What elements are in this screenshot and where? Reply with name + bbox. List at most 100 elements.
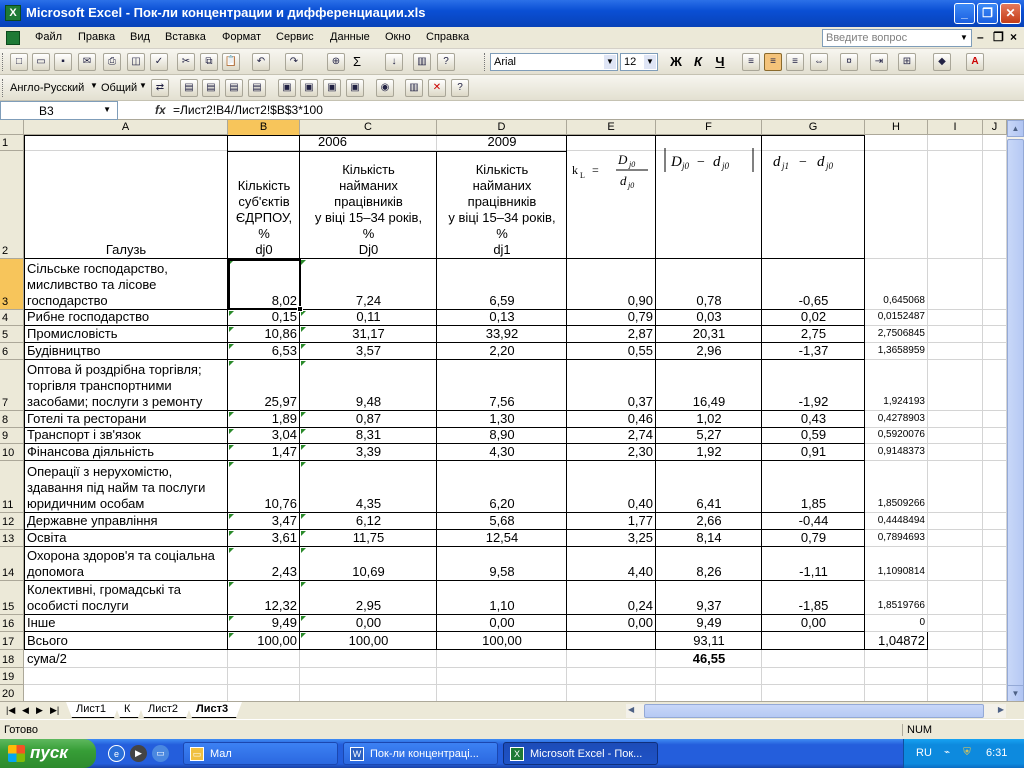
active-cell-selection[interactable]: [228, 259, 303, 312]
row-header-10[interactable]: 10: [0, 444, 24, 461]
cell-b9[interactable]: 3,04: [228, 428, 300, 444]
cell-b7[interactable]: 25,97: [228, 360, 300, 411]
cell-e3[interactable]: 0,90: [567, 259, 656, 310]
fill-handle[interactable]: [297, 306, 303, 312]
cell-g13[interactable]: 0,79: [762, 530, 865, 547]
dictionary-dropdown-icon[interactable]: ▼: [139, 81, 147, 90]
cell-c15[interactable]: 2,95: [300, 581, 437, 615]
cell-c18[interactable]: [300, 650, 437, 668]
worksheet-grid[interactable]: ABCDEFGHIJ 1 2 3 4 5 6 7 8 9 10 11 12 13 14 15 16 17 18 19…: [0, 120, 1024, 701]
cell-g14[interactable]: -1,11: [762, 547, 865, 581]
cell-d4[interactable]: 0,13: [437, 310, 567, 326]
cell-f13[interactable]: 8,14: [656, 530, 762, 547]
chart-wizard-icon[interactable]: ▥: [413, 53, 431, 71]
cell-d14[interactable]: 9,58: [437, 547, 567, 581]
row-header-7[interactable]: 7: [0, 360, 24, 411]
cell-g20[interactable]: [762, 685, 865, 701]
vertical-scroll-thumb[interactable]: [1007, 139, 1024, 699]
cell-g12[interactable]: -0,44: [762, 513, 865, 530]
bold-button[interactable]: Ж: [666, 53, 686, 71]
cell-e14[interactable]: 4,40: [567, 547, 656, 581]
cell-g9[interactable]: 0,59: [762, 428, 865, 444]
cell-f8[interactable]: 1,02: [656, 411, 762, 428]
row-header-1[interactable]: 1: [0, 135, 24, 151]
workbook-icon[interactable]: [6, 31, 20, 45]
task-word[interactable]: W Пок-ли концентраці...: [343, 742, 498, 765]
column-header-a[interactable]: A: [24, 120, 228, 135]
cell-c20[interactable]: [300, 685, 437, 701]
cell-g3[interactable]: -0,65: [762, 259, 865, 310]
cell-e11[interactable]: 0,40: [567, 461, 656, 513]
menu-file[interactable]: Файл: [35, 31, 62, 43]
doc-minimize-icon[interactable]: –: [977, 30, 984, 44]
cell-d18[interactable]: [437, 650, 567, 668]
permission-icon[interactable]: ✉: [78, 53, 96, 71]
italic-button[interactable]: К: [688, 53, 708, 71]
cell-g10[interactable]: 0,91: [762, 444, 865, 461]
cell-f9[interactable]: 5,27: [656, 428, 762, 444]
cell-g5[interactable]: 2,75: [762, 326, 865, 343]
scroll-up-icon[interactable]: ▲: [1007, 120, 1024, 137]
row-header-9[interactable]: 9: [0, 428, 24, 444]
column-header-c[interactable]: C: [300, 120, 437, 135]
cell-f11[interactable]: 6,41: [656, 461, 762, 513]
column-header-e[interactable]: E: [567, 120, 656, 135]
row-header-8[interactable]: 8: [0, 411, 24, 428]
cell-h5[interactable]: 2,7506845: [865, 326, 928, 343]
cell-g18[interactable]: [762, 650, 865, 668]
row-header-16[interactable]: 16: [0, 615, 24, 632]
underline-button[interactable]: Ч: [710, 53, 730, 71]
minimize-icon[interactable]: _: [954, 3, 975, 24]
cell-d3[interactable]: 6,59: [437, 259, 567, 310]
header-col-c[interactable]: Кількість найманих працівників у віці 15–34…: [300, 151, 437, 259]
tool-d-icon[interactable]: ▤: [248, 79, 266, 97]
language-indicator[interactable]: RU: [916, 747, 932, 759]
hyperlink-icon[interactable]: ⊕: [327, 53, 345, 71]
open-icon[interactable]: ▭: [32, 53, 50, 71]
cell-c4[interactable]: 0,11: [300, 310, 437, 326]
menu-view[interactable]: Вид: [130, 31, 150, 43]
fill-color-icon[interactable]: ◆: [933, 53, 951, 71]
excel-app-icon[interactable]: X: [5, 5, 21, 21]
prev-sheet-icon[interactable]: ◀: [22, 705, 29, 716]
cell-h13[interactable]: 0,7894693: [865, 530, 928, 547]
autosum-icon[interactable]: Σ: [353, 54, 361, 69]
select-all-corner[interactable]: [0, 120, 24, 135]
cell-h9[interactable]: 0,5920076: [865, 428, 928, 444]
scroll-down-icon[interactable]: ▼: [1007, 685, 1024, 702]
cell-f4[interactable]: 0,03: [656, 310, 762, 326]
menu-format[interactable]: Формат: [222, 31, 261, 43]
cell-d6[interactable]: 2,20: [437, 343, 567, 360]
cell-e8[interactable]: 0,46: [567, 411, 656, 428]
cell-e15[interactable]: 0,24: [567, 581, 656, 615]
last-sheet-icon[interactable]: ▶|: [50, 705, 59, 716]
column-header-d[interactable]: D: [437, 120, 567, 135]
cell-a9[interactable]: Транспорт і зв'язок: [24, 428, 228, 444]
print-preview-icon[interactable]: ◫: [127, 53, 145, 71]
cell-a14[interactable]: Охорона здоров'я та соціальна допомога: [24, 547, 228, 581]
cell-c17[interactable]: 100,00: [300, 632, 437, 650]
name-box-dropdown-icon[interactable]: ▼: [103, 105, 111, 114]
cell-h3[interactable]: 0,645068: [865, 259, 928, 310]
cell-b11[interactable]: 10,76: [228, 461, 300, 513]
tool-i-icon[interactable]: ◉: [376, 79, 394, 97]
cell-g19[interactable]: [762, 668, 865, 685]
cell-b18[interactable]: [228, 650, 300, 668]
cell-c10[interactable]: 3,39: [300, 444, 437, 461]
menu-data[interactable]: Данные: [330, 31, 370, 43]
indent-icon[interactable]: ⇥: [870, 53, 888, 71]
cell-b16[interactable]: 9,49: [228, 615, 300, 632]
column-header-b[interactable]: B: [228, 120, 300, 135]
cell-g17[interactable]: [762, 632, 865, 650]
cell-h12[interactable]: 0,4448494: [865, 513, 928, 530]
cell-h15[interactable]: 1,8519766: [865, 581, 928, 615]
cell-b15[interactable]: 12,32: [228, 581, 300, 615]
tool-j-icon[interactable]: ▥: [405, 79, 423, 97]
cell-e5[interactable]: 2,87: [567, 326, 656, 343]
title-bar[interactable]: X Microsoft Excel - Пок-ли концентрации …: [0, 0, 1024, 27]
cell-d10[interactable]: 4,30: [437, 444, 567, 461]
cell-b12[interactable]: 3,47: [228, 513, 300, 530]
cell-c12[interactable]: 6,12: [300, 513, 437, 530]
font-color-icon[interactable]: A: [966, 53, 984, 71]
cell-e12[interactable]: 1,77: [567, 513, 656, 530]
